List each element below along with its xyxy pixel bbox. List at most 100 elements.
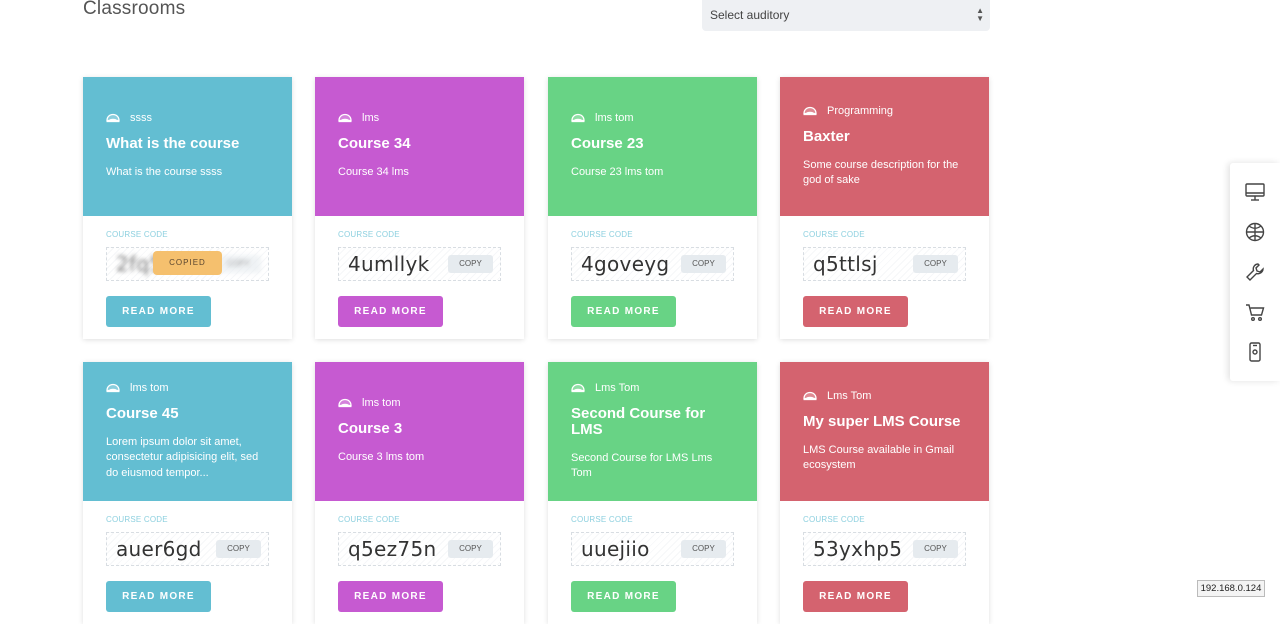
wrench-icon[interactable] — [1244, 261, 1266, 283]
course-code-value: 53yxhp5 — [813, 537, 903, 561]
course-card[interactable]: lms Course 34 Course 34 lms COURSE CODE 4uml… — [315, 77, 524, 339]
read-more-button[interactable]: READ MORE — [338, 581, 443, 612]
course-title: Course 23 — [571, 135, 644, 153]
copy-button[interactable]: COPY — [681, 255, 726, 273]
auditory-name: Lms Tom — [595, 381, 640, 394]
auditory-name: lms tom — [362, 397, 401, 410]
course-description: Some course description for the god of s… — [803, 158, 959, 187]
read-more-button[interactable]: READ MORE — [571, 296, 676, 327]
auditory-line: lms tom — [571, 112, 734, 124]
course-code-label: COURSE CODE — [803, 515, 865, 524]
graduation-cap-icon — [338, 398, 352, 408]
course-code-value: 4goveyg — [581, 252, 670, 276]
course-card[interactable]: Lms Tom My super LMS Course LMS Course ava… — [780, 362, 989, 624]
course-code-box: 53yxhp5 COPY — [803, 532, 966, 566]
course-card[interactable]: ssss What is the course What is the course… — [83, 77, 292, 339]
graduation-cap-icon — [803, 106, 817, 116]
copy-button[interactable]: COPY — [216, 255, 261, 273]
auditory-line: lms tom — [338, 397, 501, 409]
read-more-button[interactable]: READ MORE — [106, 581, 211, 612]
card-header: lms tom Course 45 Lorem ipsum dolor sit am… — [83, 362, 292, 501]
course-code-box: q5ttlsj COPY — [803, 247, 966, 281]
course-code-box: uuejiio COPY — [571, 532, 734, 566]
auditory-name: Programming — [827, 104, 894, 117]
course-description: What is the course ssss — [106, 166, 223, 179]
course-card[interactable]: lms tom Course 3 Course 3 lms tom COURSE CO… — [315, 362, 524, 624]
read-more-button[interactable]: READ MORE — [571, 581, 676, 612]
copy-button[interactable]: COPY — [913, 255, 958, 273]
auditory-select[interactable]: Select auditory ▲ ▼ — [702, 0, 990, 31]
course-title: Baxter — [803, 127, 850, 145]
card-header: Lms Tom My super LMS Course LMS Course ava… — [780, 362, 989, 501]
auditory-line: Lms Tom — [571, 382, 734, 394]
auditory-line: lms tom — [106, 382, 269, 394]
card-header: lms tom Course 23 Course 23 lms tom — [548, 77, 757, 216]
auditory-select-value: Select auditory — [710, 8, 790, 22]
auditory-name: lms tom — [130, 381, 169, 394]
read-more-button[interactable]: READ MORE — [338, 296, 443, 327]
course-title: What is the course — [106, 135, 240, 153]
copy-button[interactable]: COPY — [216, 540, 261, 558]
course-code-value: 4umllyk — [348, 252, 430, 276]
page-title: Classrooms — [83, 0, 186, 19]
course-description: Lorem ipsum dolor sit amet, consectetur … — [106, 435, 259, 479]
course-title: Second Course for LMS — [571, 404, 706, 438]
course-card[interactable]: lms tom Course 45 Lorem ipsum dolor sit am… — [83, 362, 292, 624]
auditory-name: lms — [362, 112, 380, 125]
copy-button[interactable]: COPY — [448, 255, 493, 273]
course-title: Course 3 — [338, 420, 403, 438]
cart-icon[interactable] — [1244, 301, 1266, 323]
course-description: Second Course for LMS Lms Tom — [571, 451, 713, 480]
read-more-button[interactable]: READ MORE — [803, 581, 908, 612]
graduation-cap-icon — [571, 113, 585, 123]
side-tools-panel — [1230, 163, 1280, 381]
card-header: Lms Tom Second Course for LMS Second Cours… — [548, 362, 757, 501]
auditory-name: ssss — [130, 112, 152, 125]
auditory-line: Programming — [803, 105, 966, 117]
course-code-box: q5ez75n COPY — [338, 532, 501, 566]
course-code-box: auer6gd COPY — [106, 532, 269, 566]
read-more-button[interactable]: READ MORE — [106, 296, 211, 327]
course-title: Course 34 — [338, 135, 411, 153]
course-description: Course 34 lms — [338, 166, 409, 179]
course-code-box: 4goveyg COPY — [571, 247, 734, 281]
card-header: lms tom Course 3 Course 3 lms tom — [315, 362, 524, 501]
graduation-cap-icon — [106, 383, 120, 393]
course-code-value: uuejiio — [581, 537, 650, 561]
course-title: Course 45 — [106, 404, 179, 422]
auditory-line: lms — [338, 112, 501, 124]
course-code-label: COURSE CODE — [571, 230, 633, 239]
read-more-button[interactable]: READ MORE — [803, 296, 908, 327]
course-code-box: 2fq5 COPY COPIED — [106, 247, 269, 281]
copy-button[interactable]: COPY — [681, 540, 726, 558]
globe-icon[interactable] — [1244, 221, 1266, 243]
course-card[interactable]: Lms Tom Second Course for LMS Second Cours… — [548, 362, 757, 624]
auditory-line: Lms Tom — [803, 390, 966, 402]
course-code-value: q5ez75n — [348, 537, 437, 561]
card-header: lms Course 34 Course 34 lms — [315, 77, 524, 216]
course-card[interactable]: lms tom Course 23 Course 23 lms tom COURSE … — [548, 77, 757, 339]
course-title: My super LMS Course — [803, 412, 961, 430]
course-code-label: COURSE CODE — [106, 230, 168, 239]
card-header: ssss What is the course What is the course… — [83, 77, 292, 216]
select-arrows-icon: ▲ ▼ — [976, 6, 984, 23]
card-header: Programming Baxter Some course description… — [780, 77, 989, 216]
graduation-cap-icon — [106, 113, 120, 123]
course-card[interactable]: Programming Baxter Some course description… — [780, 77, 989, 339]
auditory-line: ssss — [106, 112, 269, 124]
mobile-icon[interactable] — [1244, 341, 1266, 363]
course-code-value: auer6gd — [116, 537, 202, 561]
monitor-icon[interactable] — [1244, 181, 1266, 203]
course-description: LMS Course available in Gmail ecosystem — [803, 443, 955, 472]
course-description: Course 3 lms tom — [338, 451, 425, 464]
ip-address-badge: 192.168.0.124 — [1197, 580, 1265, 597]
course-code-label: COURSE CODE — [338, 515, 400, 524]
copy-button[interactable]: COPY — [448, 540, 493, 558]
graduation-cap-icon — [803, 391, 817, 401]
copied-badge: COPIED — [153, 251, 222, 275]
course-code-label: COURSE CODE — [106, 515, 168, 524]
copy-button[interactable]: COPY — [913, 540, 958, 558]
course-code-label: COURSE CODE — [338, 230, 400, 239]
auditory-name: Lms Tom — [827, 389, 872, 402]
graduation-cap-icon — [338, 113, 352, 123]
